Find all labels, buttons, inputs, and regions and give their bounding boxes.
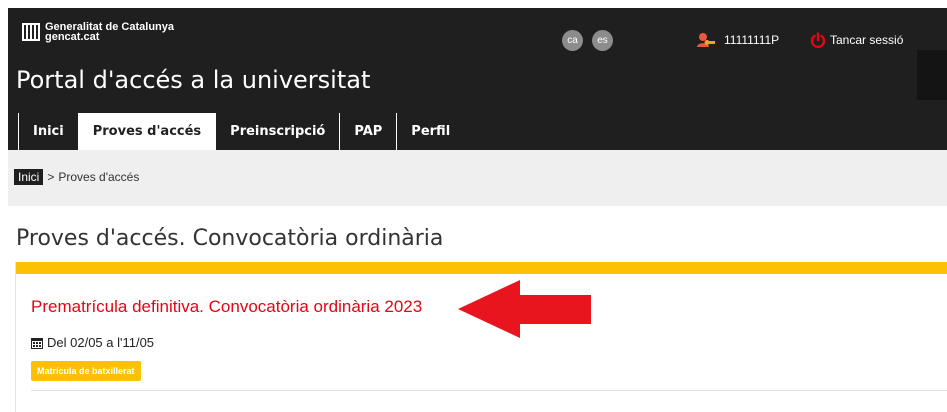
card-title-link[interactable]: Prematrícula definitiva. Convocatòria or… — [31, 297, 422, 317]
logout-button[interactable]: Tancar sessió — [810, 30, 903, 50]
language-es-button[interactable]: es — [592, 30, 613, 51]
nav-item-proves-acces[interactable]: Proves d'accés — [77, 113, 216, 150]
header-corner-block — [917, 50, 947, 100]
user-key-icon — [697, 33, 715, 47]
calendar-icon — [31, 337, 43, 349]
language-ca-button[interactable]: ca — [562, 30, 583, 51]
breadcrumb: Inici > Proves d'accés — [14, 169, 139, 185]
nav-item-preinscripcio[interactable]: Preinscripció — [215, 113, 339, 150]
card-dates: Del 02/05 a l'11/05 — [31, 335, 154, 350]
brand-line-2: gencat.cat — [45, 31, 100, 43]
nav-item-pap[interactable]: PAP — [339, 113, 396, 150]
nav-item-perfil[interactable]: Perfil — [396, 113, 464, 150]
gencat-brand[interactable]: Generalitat de Catalunya gencat.cat — [22, 22, 174, 43]
arrow-left-icon — [458, 280, 591, 338]
breadcrumb-strip: Inici > Proves d'accés — [8, 150, 947, 206]
nav-item-inici[interactable]: Inici — [18, 113, 78, 150]
breadcrumb-current: Proves d'accés — [58, 170, 140, 184]
gencat-text: Generalitat de Catalunya gencat.cat — [45, 22, 174, 43]
main-nav: Inici Proves d'accés Preinscripció PAP P… — [18, 113, 464, 150]
card-divider — [31, 390, 947, 391]
card-dates-text: Del 02/05 a l'11/05 — [47, 335, 155, 350]
batxillerat-badge[interactable]: Matrícula de batxillerat — [31, 361, 141, 381]
user-info[interactable]: 11111111P — [696, 30, 779, 50]
breadcrumb-separator: > — [47, 170, 55, 184]
top-header: Generalitat de Catalunya gencat.cat ca e… — [8, 8, 947, 150]
breadcrumb-home-link[interactable]: Inici — [14, 169, 44, 185]
power-icon — [810, 32, 826, 48]
logout-label: Tancar sessió — [830, 33, 904, 47]
portal-title: Portal d'accés a la universitat — [16, 66, 371, 94]
card-accent-bar — [16, 262, 947, 274]
user-id: 11111111P — [724, 33, 780, 47]
gencat-logo-icon — [22, 23, 40, 41]
page-title: Proves d'accés. Convocatòria ordinària — [16, 226, 444, 251]
